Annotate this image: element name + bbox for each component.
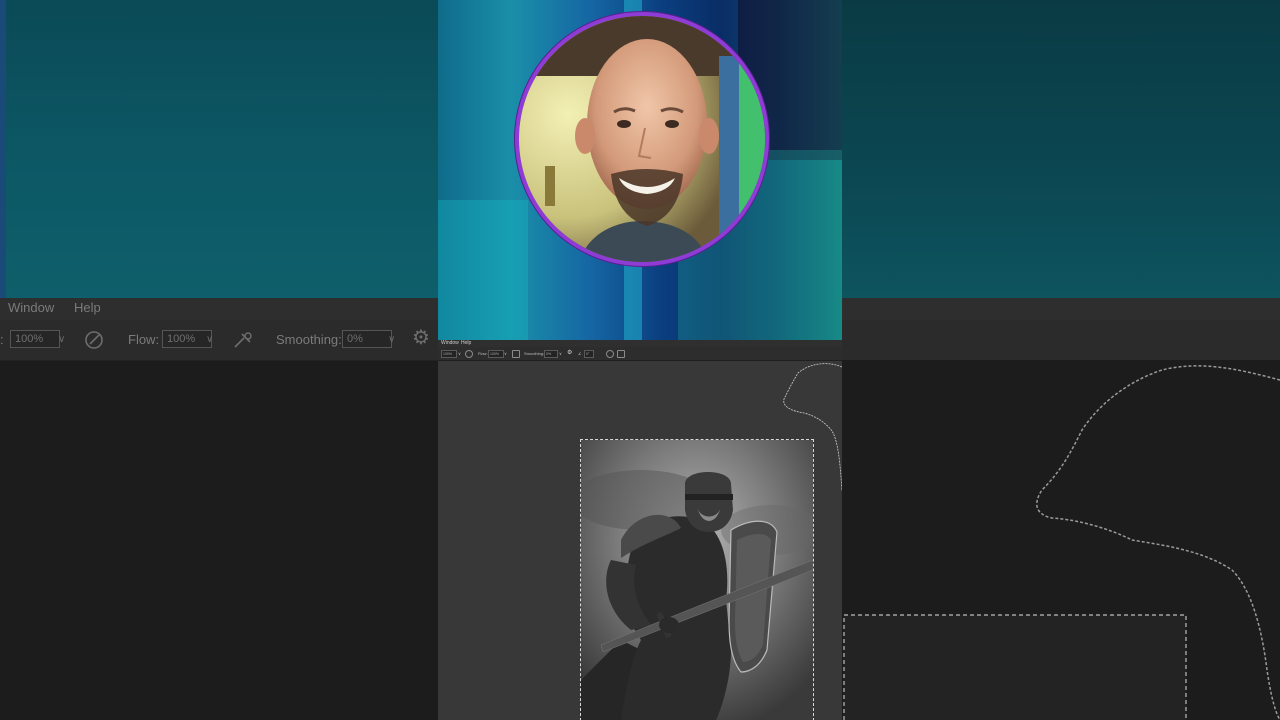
webcam-background (438, 0, 842, 342)
background-teal-panel (0, 0, 438, 298)
background-opacity-field: 100% (10, 330, 60, 348)
presenter-portrait (519, 16, 765, 262)
background-flow-label: Flow: (128, 332, 160, 347)
smoothing-label: Smoothing: (524, 351, 545, 356)
knight-artwork (581, 440, 813, 720)
background-left-blurred: Window Help : 100% ∨ Flow: 100% ∨ Smooth… (0, 0, 438, 720)
artwork-document[interactable] (580, 439, 814, 720)
pressure-size-icon[interactable] (606, 350, 614, 358)
background-menu-bar: Window Help (0, 298, 438, 320)
angle-field[interactable]: 0° (584, 350, 594, 358)
background-right-blurred (842, 0, 1280, 720)
chevron-down-icon[interactable]: ∨ (504, 347, 507, 360)
airbrush-icon (234, 332, 252, 348)
background-options-bar (842, 320, 1280, 361)
chevron-down-icon[interactable]: ∨ (458, 347, 461, 360)
gear-icon: ⚙ (412, 327, 430, 349)
angle-icon: ∠ (578, 351, 582, 356)
background-smoothing-field: 0% (342, 330, 392, 348)
flow-label: Flow: (478, 351, 488, 356)
airbrush-icon[interactable] (512, 350, 520, 358)
chevron-down-icon: ∨ (206, 334, 214, 345)
background-menu-window: Window (8, 300, 55, 315)
ps-options-bar: 100% ∨ Flow: 100% ∨ Smoothing: 0% ∨ ⚙ ∠ … (438, 347, 842, 361)
chevron-down-icon[interactable]: ∨ (559, 347, 562, 360)
background-smoothing-label: Smoothing: (276, 332, 342, 347)
brush-pressure-icon (85, 331, 103, 349)
flow-field[interactable]: 100% (488, 350, 504, 358)
menu-window[interactable]: Window (441, 340, 459, 347)
gear-icon[interactable]: ⚙ (567, 347, 572, 360)
background-menu-help: Help (74, 300, 101, 315)
opacity-field[interactable]: 100% (441, 350, 457, 358)
menu-help[interactable]: Help (461, 340, 471, 347)
chevron-down-icon: ∨ (388, 334, 396, 345)
webcam-overlay (515, 12, 769, 266)
smoothing-field[interactable]: 0% (544, 350, 558, 358)
chevron-down-icon: ∨ (58, 334, 66, 345)
symmetry-icon[interactable] (617, 350, 625, 358)
background-selection-outline (843, 365, 1280, 720)
background-menu-bar (842, 298, 1280, 320)
background-options-bar: : 100% ∨ Flow: 100% ∨ Smoothing: 0% ∨ ⚙ (0, 320, 438, 361)
brush-pressure-icon[interactable] (465, 350, 473, 358)
center-column: Window Help 100% ∨ Flow: 100% ∨ Smoothin… (438, 0, 842, 720)
ps-menu-bar: Window Help (438, 340, 842, 347)
background-teal-panel (842, 0, 1280, 298)
background-flow-field: 100% (162, 330, 212, 348)
